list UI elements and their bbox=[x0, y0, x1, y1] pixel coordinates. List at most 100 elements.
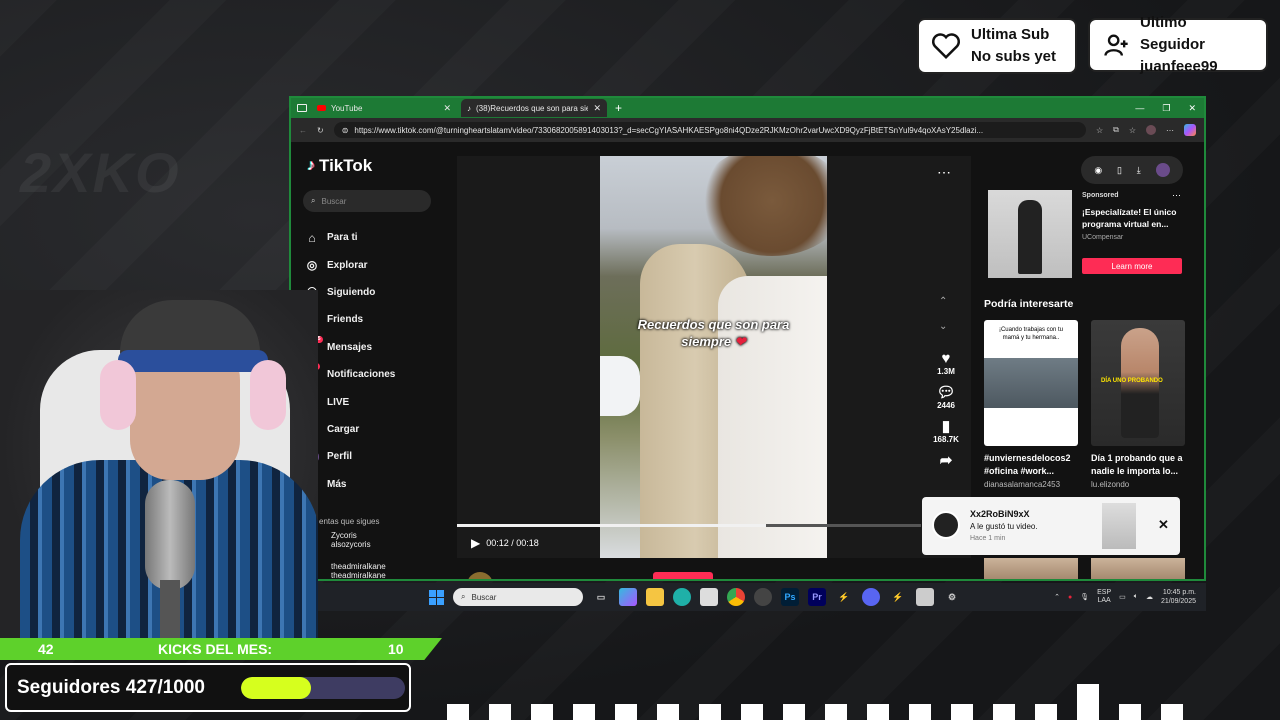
app-icon[interactable]: ⚡ bbox=[889, 588, 907, 606]
app-icon[interactable]: ⚡ bbox=[835, 588, 853, 606]
sidebar-toggle-icon[interactable] bbox=[297, 104, 307, 112]
store-icon[interactable] bbox=[700, 588, 718, 606]
nav-label: Para ti bbox=[327, 232, 358, 244]
follow-button[interactable] bbox=[653, 572, 713, 579]
chevron-up-icon[interactable]: ⌃ bbox=[1054, 593, 1060, 601]
user-avatar[interactable] bbox=[1155, 163, 1170, 177]
file-explorer-icon[interactable] bbox=[646, 588, 664, 606]
like-button[interactable]: ♥ 1.3M bbox=[931, 350, 961, 376]
sidebar-item-cargar[interactable]: ⊞Cargar bbox=[305, 416, 395, 443]
device-icon[interactable]: ▯ bbox=[1117, 165, 1122, 176]
suggested-video-card[interactable] bbox=[1091, 558, 1185, 579]
next-video-icon[interactable]: ⌄ bbox=[939, 321, 947, 332]
sidebar-item-siguiendo[interactable]: ⚇Siguiendo bbox=[305, 279, 395, 306]
sidebar-item-perfil[interactable]: Perfil bbox=[305, 443, 395, 470]
author-avatar[interactable] bbox=[467, 572, 493, 579]
sidebar-item-mas[interactable]: ⋯Más bbox=[305, 471, 395, 498]
notification-user: Xx2RoBiN9xX bbox=[970, 509, 1030, 519]
like-notification-toast[interactable]: Xx2RoBiN9xX A le gustó tu video. Hace 1 … bbox=[922, 497, 1180, 555]
windows-start-icon[interactable] bbox=[429, 589, 444, 605]
close-window-icon[interactable]: ✕ bbox=[1188, 103, 1196, 114]
extensions-icon[interactable]: ⧉ bbox=[1113, 125, 1119, 135]
obs-icon[interactable] bbox=[754, 588, 772, 606]
maximize-icon[interactable]: ❐ bbox=[1162, 103, 1170, 114]
following-account[interactable]: Zycoris alsozycoris bbox=[331, 531, 371, 549]
video-thumbnail[interactable]: DÍA UNO PROBANDO bbox=[1091, 320, 1185, 446]
system-tray: ⌃ ● 🎙︎ ESP LAA ▭ 🔈︎ ☁ 10:45 p.m. 21/09/2… bbox=[1054, 588, 1206, 606]
download-icon[interactable]: ⤓ bbox=[1137, 165, 1141, 176]
sidebar-item-friends[interactable]: ⚉Friends bbox=[305, 306, 395, 333]
premiere-icon[interactable]: Pr bbox=[808, 588, 826, 606]
video-frame[interactable]: Recuerdos que son para siempre ❤ bbox=[600, 156, 827, 558]
sponsored-ad[interactable]: Sponsored ¡Especialízate! El único progr… bbox=[984, 190, 1184, 282]
copilot-icon[interactable] bbox=[1184, 124, 1196, 136]
edge-icon[interactable] bbox=[673, 588, 691, 606]
share-button[interactable]: ➦ bbox=[931, 452, 961, 469]
author-row[interactable]: turningheartslatam bbox=[467, 572, 592, 579]
taskbar-search[interactable]: ⌕ Buscar bbox=[453, 588, 583, 606]
sidebar-item-live[interactable]: ▣LIVE bbox=[305, 388, 395, 415]
new-tab-icon[interactable]: + bbox=[615, 101, 622, 115]
learn-more-button[interactable]: Learn more bbox=[1082, 258, 1182, 274]
language-indicator[interactable]: ESP LAA bbox=[1097, 589, 1111, 605]
sidebar-item-notificaciones[interactable]: ▭3Notificaciones bbox=[305, 361, 395, 388]
sidebar-item-explorar[interactable]: ◎ Explorar bbox=[305, 251, 395, 278]
search-input[interactable]: ⌕ Buscar bbox=[303, 190, 431, 212]
more-options-icon[interactable]: ⋯ bbox=[937, 164, 951, 181]
video-progress-bar[interactable] bbox=[457, 524, 921, 527]
video-thumbnail[interactable]: ¡Cuando trabajas con tu mamá y tu herman… bbox=[984, 320, 1078, 446]
language-line: ESP bbox=[1097, 589, 1112, 596]
star-icon[interactable]: ☆ bbox=[1096, 126, 1103, 135]
favorites-icon[interactable]: ☆ bbox=[1129, 126, 1136, 135]
webcam-bandana bbox=[118, 350, 268, 372]
suggested-video-card[interactable]: ¡Cuando trabajas con tu mamá y tu herman… bbox=[984, 320, 1078, 489]
caption-line: siempre bbox=[681, 334, 732, 349]
suggested-video-card[interactable] bbox=[984, 558, 1078, 579]
tiktok-logo[interactable]: ♪ TikTok bbox=[307, 156, 372, 176]
sidebar-item-para-ti[interactable]: ⌂ Para ti bbox=[305, 224, 395, 251]
microphone-icon[interactable]: 🎙︎ bbox=[1080, 593, 1089, 601]
sidebar-item-mensajes[interactable]: ✈55Mensajes bbox=[305, 334, 395, 361]
menu-dots-icon[interactable]: ⋯ bbox=[1166, 126, 1174, 135]
clock[interactable]: 10:45 p.m. 21/09/2025 bbox=[1161, 588, 1196, 606]
photoshop-icon[interactable]: Ps bbox=[781, 588, 799, 606]
copilot-app-icon[interactable] bbox=[619, 588, 637, 606]
app-icon[interactable] bbox=[916, 588, 934, 606]
coin-icon[interactable]: ◉ bbox=[1094, 165, 1102, 176]
close-tab-icon[interactable]: ✕ bbox=[443, 103, 451, 114]
refresh-icon[interactable]: ↻ bbox=[317, 126, 324, 135]
following-account[interactable]: theadmiralkane theadmiralkane bbox=[331, 562, 386, 579]
url-field[interactable]: ⊜ https://www.tiktok.com/@turningheartsl… bbox=[333, 122, 1086, 138]
visualizer-bar bbox=[1077, 684, 1099, 720]
tab-bar: YouTube ✕ ♪ (38)Recuerdos que son para s… bbox=[291, 98, 1204, 118]
tray-app-icon[interactable]: ● bbox=[1068, 594, 1072, 601]
tab-tiktok[interactable]: ♪ (38)Recuerdos que son para siemp ✕ bbox=[461, 99, 607, 117]
chrome-icon[interactable] bbox=[727, 588, 745, 606]
discord-icon[interactable] bbox=[862, 588, 880, 606]
previous-video-icon[interactable]: ⌃ bbox=[939, 296, 947, 307]
video-player[interactable]: Recuerdos que son para siempre ❤ ⋯ ⌃ ⌄ ♥… bbox=[457, 156, 971, 579]
close-tab-icon[interactable]: ✕ bbox=[593, 103, 601, 114]
task-view-icon[interactable]: ▭ bbox=[592, 588, 610, 606]
close-notification-icon[interactable]: ✕ bbox=[1158, 517, 1169, 533]
profile-avatar-icon[interactable] bbox=[1146, 125, 1156, 135]
battery-icon[interactable]: ☁ bbox=[1146, 593, 1153, 601]
suggested-video-card[interactable]: DÍA UNO PROBANDO Día 1 probando que a na… bbox=[1091, 320, 1185, 489]
video-snow bbox=[600, 356, 640, 416]
nav-label: Mensajes bbox=[327, 341, 373, 353]
network-icon[interactable]: ▭ bbox=[1119, 593, 1126, 601]
settings-icon[interactable]: ⚙ bbox=[943, 588, 961, 606]
video-caption: Recuerdos que son para siempre ❤ bbox=[600, 316, 827, 350]
last-sub-alert: Ultima Sub No subs yet bbox=[917, 18, 1077, 74]
minimize-icon[interactable]: — bbox=[1135, 103, 1144, 114]
save-button[interactable]: ▮ 168.7K bbox=[931, 418, 961, 444]
ad-more-icon[interactable]: ⋯ bbox=[1172, 190, 1181, 201]
back-icon[interactable]: ← bbox=[299, 126, 307, 135]
suggested-heading: Podría interesarte bbox=[984, 298, 1074, 310]
volume-icon[interactable]: 🔈︎ bbox=[1134, 593, 1138, 601]
tab-youtube[interactable]: YouTube ✕ bbox=[311, 99, 457, 117]
site-info-icon[interactable]: ⊜ bbox=[342, 126, 349, 135]
comment-button[interactable]: 💬︎ 2446 bbox=[931, 384, 961, 410]
visualizer-bar bbox=[615, 703, 637, 720]
play-icon[interactable]: ▶ bbox=[471, 536, 480, 550]
